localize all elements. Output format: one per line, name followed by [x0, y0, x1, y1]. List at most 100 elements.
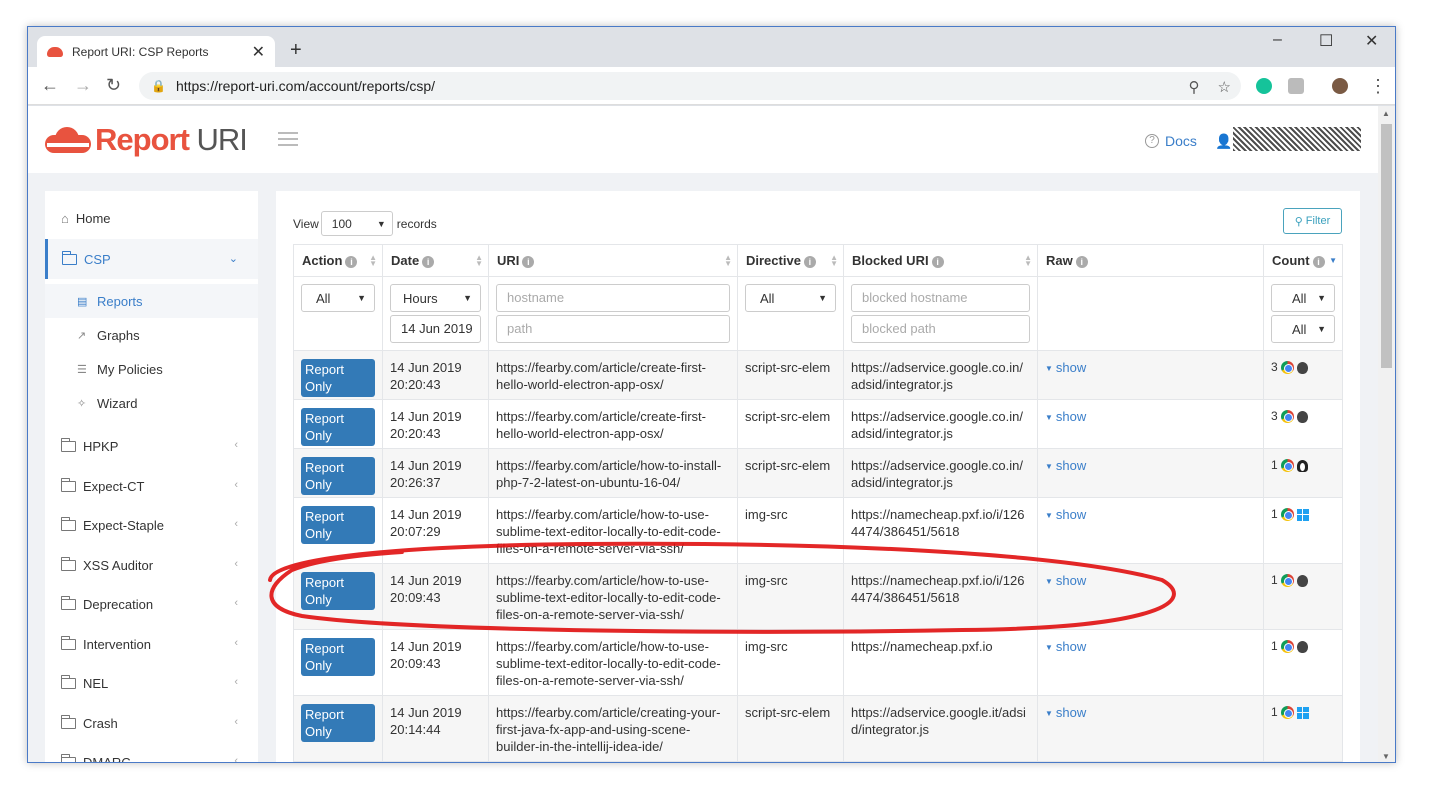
sidebar-subitem-wizard[interactable]: ✧ Wizard: [45, 386, 258, 420]
count-filter-select-2[interactable]: All ▼: [1271, 315, 1335, 343]
show-raw-link[interactable]: ▼ show: [1045, 507, 1086, 522]
close-window-icon[interactable]: ✕: [1365, 31, 1378, 51]
cell-blocked-uri: https://namecheap.pxf.io/i/1264474/38645…: [843, 563, 1038, 630]
report-only-badge[interactable]: Report Only: [301, 359, 375, 397]
hamburger-menu-icon[interactable]: [278, 132, 298, 150]
back-icon[interactable]: ←: [41, 75, 59, 96]
info-icon[interactable]: i: [422, 255, 435, 268]
sidebar-subitem-graphs[interactable]: ↗ Graphs: [45, 318, 258, 352]
sort-icon[interactable]: ▲ ▼: [369, 254, 377, 268]
user-icon[interactable]: 👤: [1215, 133, 1232, 150]
new-tab-icon[interactable]: +: [290, 39, 302, 62]
table-row[interactable]: Report Only 14 Jun 2019 20:20:43 https://fe…: [293, 399, 1343, 449]
page-size-select[interactable]: 100 ▼: [320, 211, 393, 236]
minimize-icon[interactable]: –: [1273, 31, 1282, 49]
sort-desc-icon[interactable]: ▼: [1329, 257, 1337, 265]
path-input[interactable]: path: [496, 315, 730, 343]
sidebar-item-intervention[interactable]: Intervention ‹: [45, 624, 258, 664]
cell-raw: ▼ show: [1037, 350, 1264, 400]
table-row[interactable]: Report Only 14 Jun 2019 20:07:29 https://fe…: [293, 497, 1343, 564]
forward-icon[interactable]: →: [74, 75, 92, 96]
apple-icon: [1296, 640, 1308, 653]
table-row[interactable]: Report Only 14 Jun 2019 20:14:44 https://fe…: [293, 695, 1343, 762]
filter-button[interactable]: ⚲ Filter: [1283, 208, 1342, 234]
maximize-icon[interactable]: ☐: [1319, 31, 1333, 51]
column-header-blocked-uri[interactable]: Blocked URI i ▲ ▼: [843, 244, 1038, 277]
page-scrollbar[interactable]: ▲ ▼: [1378, 106, 1395, 762]
table-row[interactable]: Report Only 14 Jun 2019 20:20:43 https://fe…: [293, 350, 1343, 400]
sort-icon[interactable]: ▲ ▼: [1024, 254, 1032, 268]
column-header-date[interactable]: Date i ▲ ▼: [382, 244, 489, 277]
report-only-badge[interactable]: Report Only: [301, 638, 375, 676]
caret-down-icon: ▼: [463, 293, 472, 303]
info-icon[interactable]: i: [345, 255, 358, 268]
info-icon[interactable]: i: [1075, 255, 1088, 268]
report-time: 20:14:44: [390, 722, 441, 737]
sidebar-item-csp[interactable]: CSP ⌄: [45, 239, 258, 279]
sidebar-item-expect-ct[interactable]: Expect-CT ‹: [45, 466, 258, 506]
info-icon[interactable]: i: [931, 255, 944, 268]
sidebar-item-hpkp[interactable]: HPKP ‹: [45, 426, 258, 466]
cell-count: 1: [1263, 563, 1343, 630]
sidebar-subitem-my-policies[interactable]: ☰ My Policies: [45, 352, 258, 386]
profile-avatar[interactable]: [1332, 78, 1348, 94]
directive-filter-select[interactable]: All ▼: [745, 284, 836, 312]
sidebar-item-home[interactable]: ⌂ Home: [45, 198, 258, 238]
column-header-count[interactable]: Count i ▼: [1263, 244, 1343, 277]
sidebar-item-nel[interactable]: NEL ‹: [45, 663, 258, 703]
blocked-hostname-input[interactable]: blocked hostname: [851, 284, 1030, 312]
report-only-badge[interactable]: Report Only: [301, 704, 375, 742]
report-only-badge[interactable]: Report Only: [301, 457, 375, 495]
sidebar-item-dmarc[interactable]: DMARC ‹: [45, 742, 258, 762]
extension-icon[interactable]: [1288, 78, 1304, 94]
browser-tab[interactable]: Report URI: CSP Reports ✕: [37, 36, 275, 67]
address-bar[interactable]: 🔒 https://report-uri.com/account/reports…: [139, 72, 1241, 100]
show-raw-link[interactable]: ▼ show: [1045, 639, 1086, 654]
action-filter-select[interactable]: All ▼: [301, 284, 375, 312]
report-only-badge[interactable]: Report Only: [301, 506, 375, 544]
sidebar-item-expect-staple[interactable]: Expect-Staple ‹: [45, 505, 258, 545]
report-only-badge[interactable]: Report Only: [301, 572, 375, 610]
caret-down-icon: ▼: [1317, 293, 1326, 303]
scrollbar-thumb[interactable]: [1381, 124, 1392, 368]
show-raw-link[interactable]: ▼ show: [1045, 458, 1086, 473]
table-row[interactable]: Report Only 14 Jun 2019 20:09:43 https://fe…: [293, 563, 1343, 630]
info-icon[interactable]: i: [803, 255, 816, 268]
menu-kebab-icon[interactable]: ⋮: [1369, 76, 1387, 97]
date-input[interactable]: 14 Jun 2019: [390, 315, 481, 343]
sidebar-item-deprecation[interactable]: Deprecation ‹: [45, 584, 258, 624]
apple-icon: [1296, 410, 1308, 423]
info-icon[interactable]: i: [522, 255, 535, 268]
reload-icon[interactable]: ↻: [106, 75, 121, 96]
column-header-action[interactable]: Action i ▲ ▼: [293, 244, 383, 277]
sidebar-item-crash[interactable]: Crash ‹: [45, 703, 258, 743]
sidebar-item-xss-auditor[interactable]: XSS Auditor ‹: [45, 545, 258, 585]
hostname-input[interactable]: hostname: [496, 284, 730, 312]
show-raw-link[interactable]: ▼ show: [1045, 409, 1086, 424]
sort-icon[interactable]: ▲ ▼: [830, 254, 838, 268]
show-raw-link[interactable]: ▼ show: [1045, 705, 1086, 720]
report-only-badge[interactable]: Report Only: [301, 408, 375, 446]
column-header-directive[interactable]: Directive i ▲ ▼: [737, 244, 844, 277]
count-filter-select[interactable]: All ▼: [1271, 284, 1335, 312]
table-row[interactable]: Report Only 14 Jun 2019 20:26:37 https://fe…: [293, 448, 1343, 498]
grammarly-extension-icon[interactable]: [1256, 78, 1272, 94]
sidebar-subitem-reports[interactable]: ▤ Reports: [45, 284, 258, 318]
sort-icon[interactable]: ▲ ▼: [724, 254, 732, 268]
report-uri-logo[interactable]: Report URI: [45, 122, 248, 158]
date-unit-select[interactable]: Hours ▼: [390, 284, 481, 312]
info-icon[interactable]: i: [1312, 255, 1325, 268]
username-redacted[interactable]: [1233, 127, 1361, 151]
bookmark-star-icon[interactable]: ☆: [1218, 78, 1231, 96]
scroll-down-icon[interactable]: ▼: [1382, 752, 1390, 761]
show-raw-link[interactable]: ▼ show: [1045, 360, 1086, 375]
sort-icon[interactable]: ▲ ▼: [475, 254, 483, 268]
show-raw-link[interactable]: ▼ show: [1045, 573, 1086, 588]
zoom-icon[interactable]: ⚲: [1189, 78, 1200, 96]
column-header-uri[interactable]: URI i ▲ ▼: [488, 244, 738, 277]
docs-link[interactable]: ? Docs: [1145, 133, 1197, 149]
scroll-up-icon[interactable]: ▲: [1382, 109, 1390, 118]
close-tab-icon[interactable]: ✕: [252, 42, 265, 62]
blocked-path-input[interactable]: blocked path: [851, 315, 1030, 343]
table-row[interactable]: Report Only 14 Jun 2019 20:09:43 https://fe…: [293, 629, 1343, 696]
